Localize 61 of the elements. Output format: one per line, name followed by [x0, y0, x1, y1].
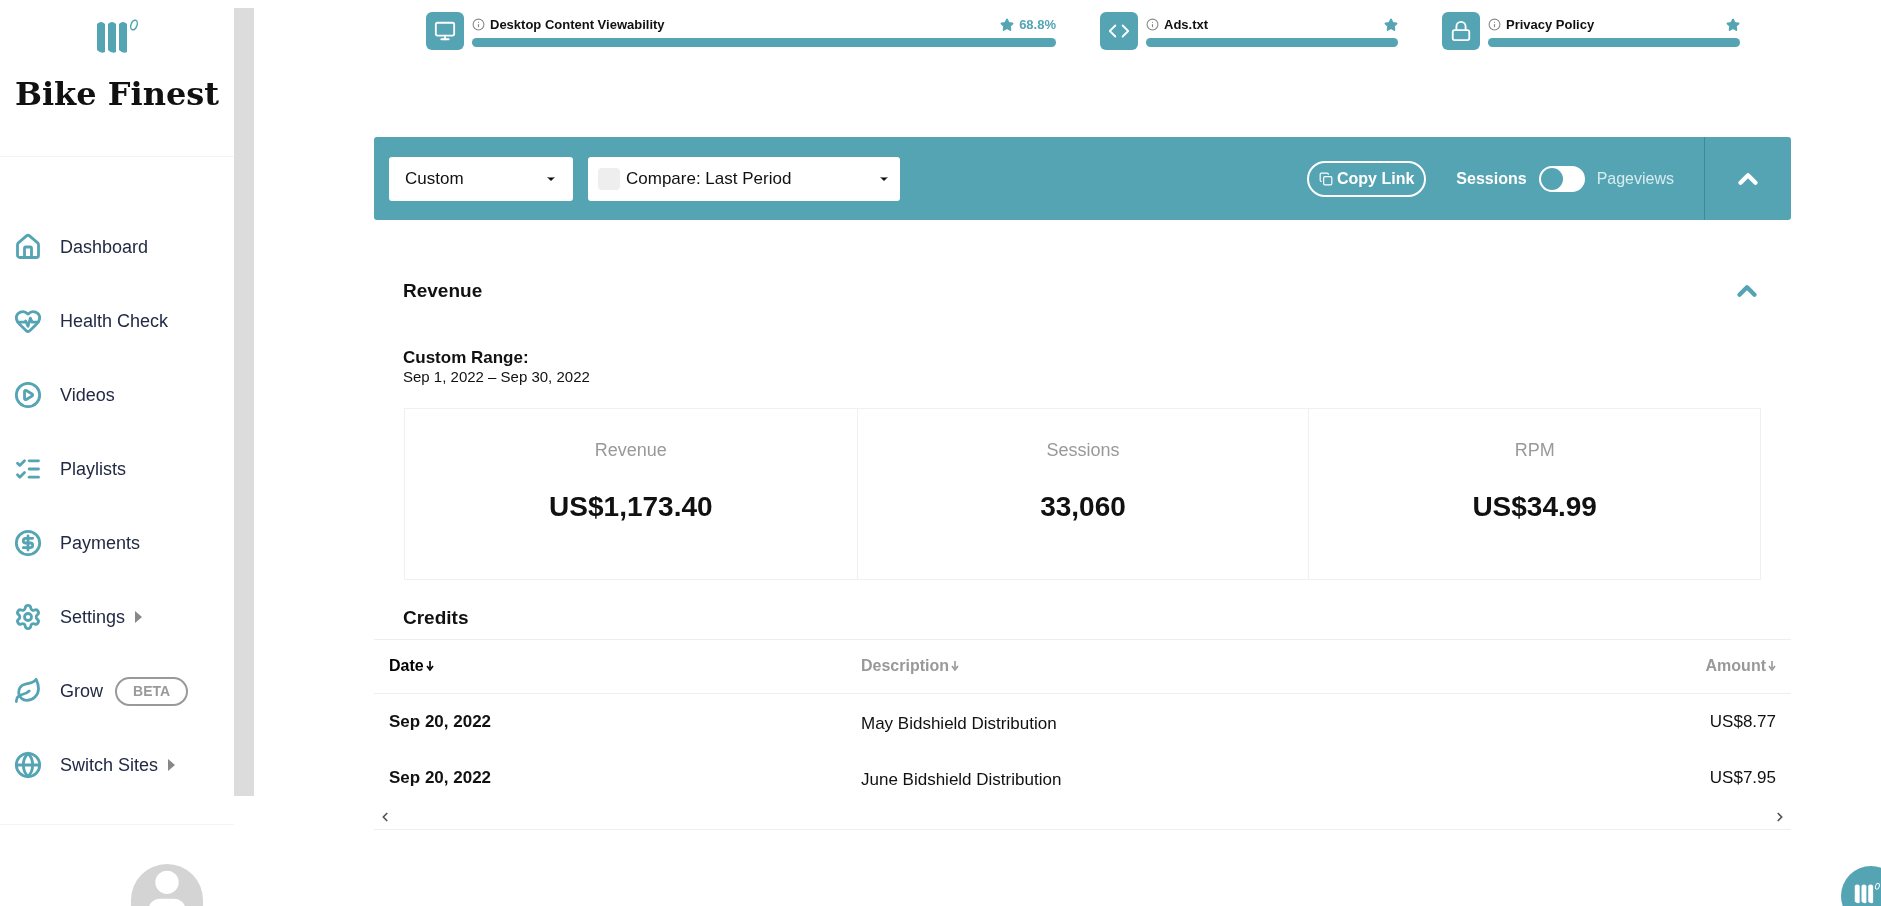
site-name: Bike Finest [14, 74, 220, 115]
nav-item[interactable]: Settings [14, 595, 234, 639]
star-icon [1000, 17, 1015, 32]
table-cell-text: US$8.77 [1709, 710, 1776, 733]
nav-item[interactable]: Videos [14, 373, 234, 417]
check-label: Privacy Policy [1506, 15, 1595, 34]
star-icon [1726, 17, 1740, 32]
compare-dropdown[interactable]: Compare: Last Period [588, 156, 900, 201]
star-icon [1384, 17, 1398, 32]
monitor-icon [426, 12, 464, 50]
section-title: Revenue [403, 278, 483, 303]
avatar[interactable] [131, 864, 203, 906]
settings-icon [14, 603, 42, 631]
submenu-caret-icon [168, 759, 176, 771]
check-reading: 68.8% [1019, 15, 1056, 34]
play-icon [14, 381, 42, 409]
table-cell-text: May Bidshield Distribution [861, 712, 1058, 735]
code-icon [1100, 12, 1138, 50]
beta-badge: BETA [115, 676, 189, 706]
check-label: Desktop Content Viewability [490, 15, 665, 34]
heart-pulse-icon [14, 307, 42, 335]
range-dates: Sep 1, 2022 – Sep 30, 2022 [403, 368, 591, 386]
stat-value: US$1,173.40 [549, 490, 713, 524]
table-cell-text: Sep 20, 2022 [389, 766, 493, 789]
sort-arrow-icon [951, 661, 959, 671]
sessions-label: Sessions [1456, 168, 1527, 189]
section-title: Credits [403, 607, 469, 628]
info-icon[interactable] [1146, 18, 1159, 31]
info-icon[interactable] [1488, 18, 1501, 31]
submenu-caret-icon [135, 611, 143, 623]
copy-icon [1319, 171, 1333, 186]
table-cell-text: US$7.95 [1709, 766, 1776, 789]
globe-icon [14, 751, 42, 779]
stat-value: 33,060 [1040, 490, 1126, 524]
nav-item[interactable]: Switch Sites [14, 743, 234, 787]
nav-item[interactable]: Payments [14, 521, 234, 565]
lock-icon [1442, 12, 1480, 50]
nav-item[interactable]: Grow BETA [14, 669, 234, 713]
leaf-icon [14, 677, 42, 705]
pageviews-label: Pageviews [1596, 168, 1674, 189]
logo-icon [1853, 882, 1881, 904]
scrollbar[interactable] [234, 8, 254, 796]
sort-arrow-icon [1768, 661, 1776, 671]
nav-item[interactable]: Playlists [14, 447, 234, 491]
range-label: Custom Range: [403, 348, 530, 368]
range-dropdown[interactable]: Custom [389, 156, 573, 201]
stat-value: US$34.99 [1472, 490, 1597, 524]
stat-label: Sessions [1046, 439, 1120, 462]
stat-label: RPM [1514, 439, 1555, 462]
sort-arrow-icon [425, 661, 434, 671]
nav-item[interactable]: Health Check [14, 299, 234, 343]
table-cell-text: Sep 20, 2022 [389, 710, 493, 733]
nav-item[interactable]: Dashboard [14, 225, 234, 269]
table-cell-text: June Bidshield Distribution [861, 768, 1063, 791]
info-icon[interactable] [472, 18, 485, 31]
check-label: Ads.txt [1164, 15, 1209, 34]
home-icon [14, 233, 42, 261]
metric-toggle[interactable] [1538, 165, 1585, 192]
stat-label: Revenue [594, 439, 667, 462]
logo-icon [95, 18, 139, 54]
column-header[interactable]: Date [389, 654, 434, 678]
